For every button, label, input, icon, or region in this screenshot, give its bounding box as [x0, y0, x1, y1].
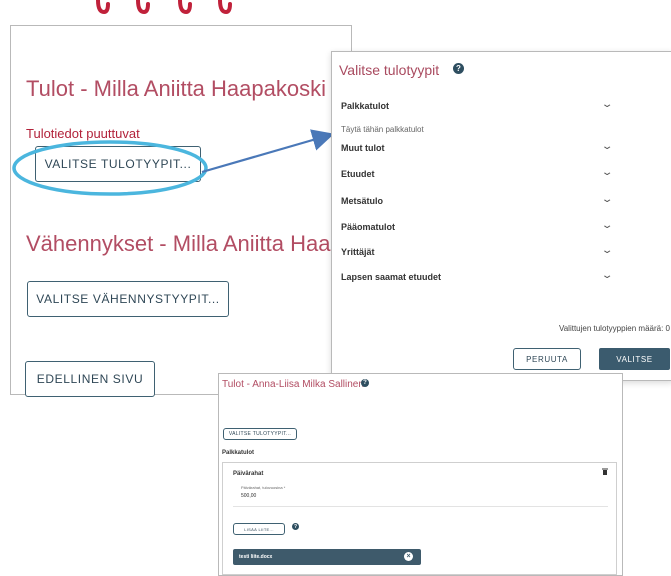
help-icon[interactable]: ? — [361, 379, 369, 387]
accordion-label: Palkkatulot — [341, 101, 390, 111]
top-red-scribble — [96, 0, 232, 15]
accordion-etuudet[interactable]: Etuudet ⌄ — [341, 167, 614, 185]
attachment-chip[interactable]: testi liite.docx × — [233, 549, 421, 565]
add-attachment-button[interactable]: LISÄÄ LIITE... — [233, 523, 285, 535]
accordion-muut-tulot[interactable]: Muut tulot ⌄ — [341, 141, 614, 159]
accordion-label: Etuudet — [341, 169, 375, 179]
accordion-label: Muut tulot — [341, 143, 385, 153]
accordion-label: Yrittäjät — [341, 247, 375, 257]
chevron-down-icon[interactable]: ⌄ — [601, 141, 614, 152]
accordion-palkkatulot[interactable]: Palkkatulot ⌄ — [341, 99, 614, 117]
chevron-down-icon[interactable]: ⌄ — [601, 245, 614, 256]
selected-count-label: Valittujen tulotyyppien määrä: 0 — [558, 324, 670, 333]
chevron-down-icon[interactable]: ⌄ — [601, 167, 614, 178]
accordion-label: Lapsen saamat etuudet — [341, 272, 442, 282]
income-item-card: Päivärahat Päivärahat, tulovuosina * 500… — [222, 462, 617, 575]
chevron-down-icon[interactable]: ⌄ — [601, 270, 614, 281]
income-page-panel: Tulot - Milla Aniitta Haapakoski Tulotie… — [10, 25, 352, 397]
salary-hint: Täytä tähän palkkatulot — [341, 125, 424, 134]
page-title: Tulot - Milla Aniitta Haapakoski — [26, 76, 326, 101]
dialog-title: Valitse tulotyypit — [339, 62, 440, 78]
accordion-metsatulo[interactable]: Metsätulo ⌄ — [341, 194, 614, 212]
remove-attachment-icon[interactable]: × — [404, 552, 413, 561]
chevron-down-icon[interactable]: ⌄ — [601, 220, 614, 231]
help-icon[interactable]: ? — [453, 63, 464, 74]
field-label: Päivärahat, tulovuosina * — [241, 485, 286, 490]
accordion-label: Pääomatulot — [341, 222, 396, 232]
trash-icon[interactable] — [602, 468, 608, 475]
attachment-filename: testi liite.docx — [239, 554, 273, 560]
select-button[interactable]: VALITSE — [599, 348, 670, 370]
accordion-yrittajat[interactable]: Yrittäjät ⌄ — [341, 245, 614, 263]
card-title: Päivärahat — [233, 471, 264, 477]
cancel-button[interactable]: PERUUTA — [513, 348, 581, 370]
select-income-types-dialog: Valitse tulotyypit ? Palkkatulot ⌄ Täytä… — [331, 51, 671, 381]
amount-field[interactable]: 500,00 — [241, 493, 256, 499]
page-title: Tulot - Anna-Liisa Milka Sallinen — [222, 379, 364, 390]
filled-income-page-panel: Tulot - Anna-Liisa Milka Sallinen ? VALI… — [218, 373, 623, 576]
accordion-paaomatulot[interactable]: Pääomatulot ⌄ — [341, 220, 614, 238]
previous-page-button[interactable]: EDELLINEN SIVU — [25, 361, 155, 397]
select-deduction-types-button[interactable]: VALITSE VÄHENNYSTYYPIT... — [27, 281, 229, 317]
chevron-down-icon[interactable]: ⌄ — [601, 99, 614, 110]
accordion-lapsen-saamat-etuudet[interactable]: Lapsen saamat etuudet ⌄ — [341, 270, 614, 288]
field-underline — [233, 506, 608, 507]
category-heading: Palkkatulot — [222, 450, 255, 456]
select-income-types-button[interactable]: VALITSE TULOTYYPIT... — [223, 428, 297, 440]
help-icon[interactable]: ? — [292, 523, 299, 530]
deductions-title: Vähennykset - Milla Aniitta Haapakoski — [26, 231, 348, 256]
chevron-down-icon[interactable]: ⌄ — [601, 194, 614, 205]
accordion-label: Metsätulo — [341, 196, 384, 206]
missing-income-notice: Tulotiedot puuttuvat — [26, 126, 140, 141]
select-income-types-button[interactable]: VALITSE TULOTYYPIT... — [35, 146, 201, 182]
